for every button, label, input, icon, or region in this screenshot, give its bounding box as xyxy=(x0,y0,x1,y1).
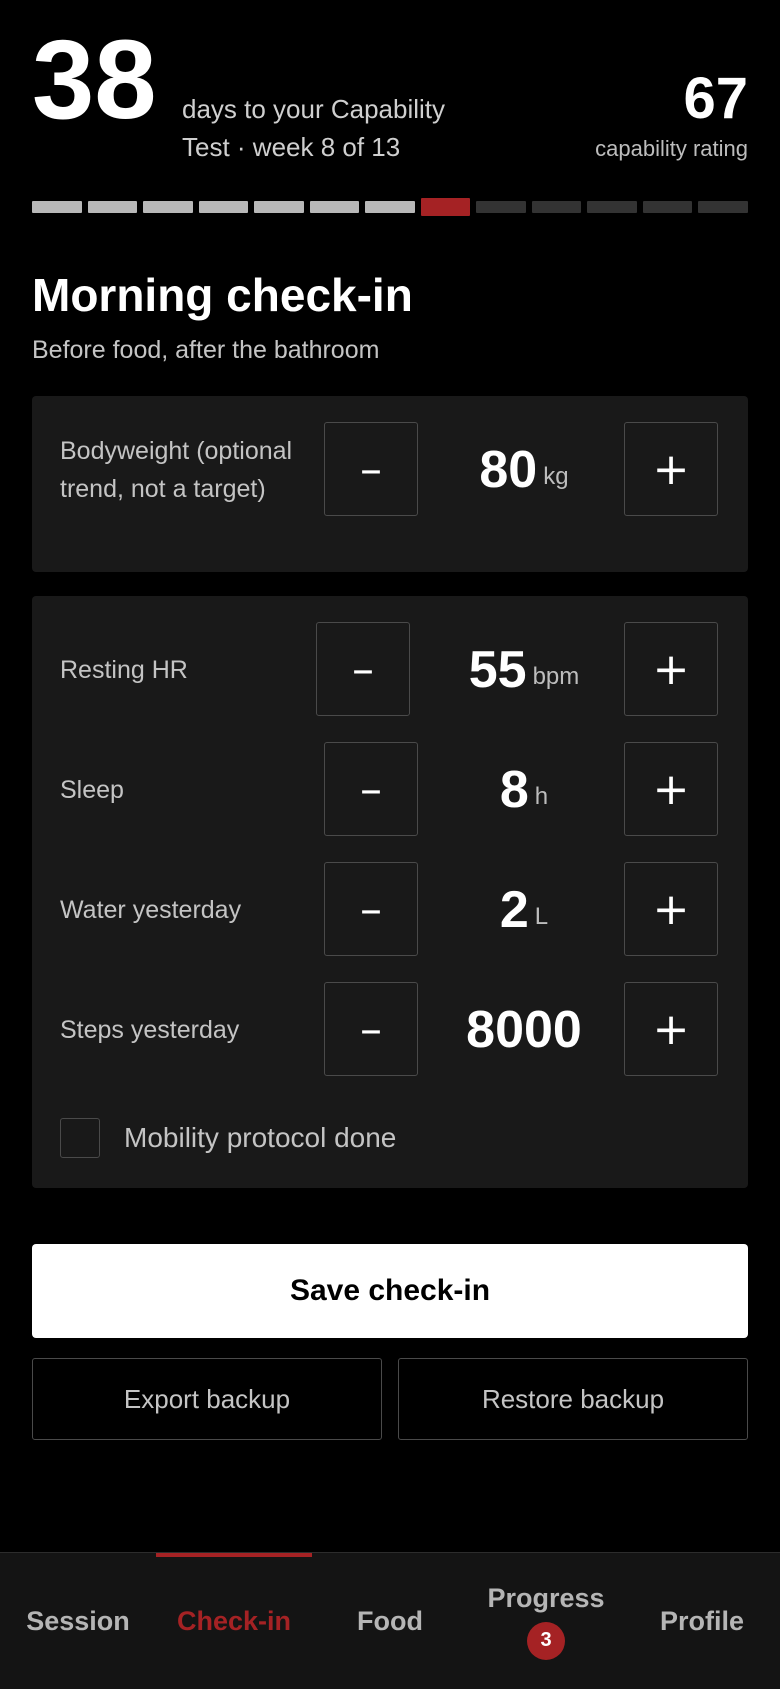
week-segment xyxy=(143,201,193,213)
week-segment xyxy=(365,201,415,213)
bodyweight-card: Bodyweight (optional trend, not a target… xyxy=(32,396,748,572)
page-title: Morning check-in xyxy=(32,269,413,321)
week-segment xyxy=(254,201,304,213)
bodyweight-decrement-button[interactable]: – xyxy=(324,422,418,516)
tab-label: Check-in xyxy=(176,1605,292,1636)
progress-badge: 3 xyxy=(527,1621,565,1660)
water-increment-button[interactable]: + xyxy=(624,862,718,956)
export-backup-button[interactable]: Export backup xyxy=(32,1358,382,1440)
page-subtitle: Before food, after the bathroom xyxy=(32,336,380,364)
mobility-label: Mobility protocol done xyxy=(124,1122,397,1153)
countdown-line-2: Test · week 8 of 13 xyxy=(182,132,401,162)
metric-value: 8000 xyxy=(424,982,624,1078)
countdown-line-1: days to your Capability xyxy=(182,94,446,124)
week-segment xyxy=(198,201,249,213)
metric-value: 2 L xyxy=(424,862,624,958)
tab-label: Food xyxy=(357,1605,423,1636)
metric-label: Water yesterday xyxy=(60,896,242,924)
sleep-increment-button[interactable]: + xyxy=(624,742,718,836)
tab-label: Session xyxy=(26,1605,130,1636)
metric-value: 55 bpm xyxy=(416,622,632,718)
resting-hr-decrement-button[interactable]: – xyxy=(316,622,410,716)
metric-value: 8 h xyxy=(424,742,624,838)
tab-food[interactable]: Food xyxy=(312,1553,468,1689)
bodyweight-label: Bodyweight (optional trend, not a target… xyxy=(60,437,293,503)
bottom-tab-bar: Session Check-in Food Progress 3 Profile xyxy=(0,1552,780,1689)
week-segment xyxy=(32,201,82,213)
metric-unit: bpm xyxy=(532,663,580,690)
week-segment xyxy=(587,201,637,213)
week-segment xyxy=(476,201,526,213)
countdown-description: days to your Capability Test · week 8 of… xyxy=(182,90,482,166)
metric-number: 55 xyxy=(468,641,527,699)
bodyweight-row: Bodyweight (optional trend, not a target… xyxy=(32,422,748,518)
metric-row-water: Water yesterday – 2 L + xyxy=(32,862,748,958)
metric-unit: h xyxy=(534,783,549,810)
bodyweight-unit: kg xyxy=(543,463,569,490)
steps-increment-button[interactable]: + xyxy=(624,982,718,1076)
metric-number: 8000 xyxy=(466,1001,582,1059)
metric-number: 2 xyxy=(499,881,529,939)
week-segment xyxy=(309,201,360,213)
metric-label: Resting HR xyxy=(60,656,188,684)
tab-label: Progress xyxy=(487,1582,605,1613)
metric-row-steps: Steps yesterday – 8000 + xyxy=(32,982,748,1078)
restore-backup-button[interactable]: Restore backup xyxy=(398,1358,748,1440)
metrics-card: Resting HR – 55 bpm + Sleep – 8 h + Wate… xyxy=(32,596,748,1188)
days-countdown: 38 xyxy=(32,17,157,142)
header: 38 days to your Capability Test · week 8… xyxy=(32,20,748,170)
mobility-checkbox[interactable] xyxy=(60,1118,100,1158)
metric-label: Steps yesterday xyxy=(60,1016,240,1044)
metric-label: Sleep xyxy=(60,776,124,804)
save-checkin-button[interactable]: Save check-in xyxy=(32,1244,748,1338)
metric-unit: L xyxy=(534,903,549,930)
bodyweight-number: 80 xyxy=(479,441,538,499)
bodyweight-value: 80 kg xyxy=(424,422,624,518)
rating-label: capability rating xyxy=(595,136,748,161)
steps-decrement-button[interactable]: – xyxy=(324,982,418,1076)
rating-value: 67 xyxy=(683,66,748,131)
week-segment xyxy=(642,201,693,213)
mobility-row[interactable]: Mobility protocol done xyxy=(60,1116,396,1160)
week-segment xyxy=(420,198,471,216)
tab-label: Profile xyxy=(659,1605,745,1636)
metric-number: 8 xyxy=(499,761,529,819)
week-segment xyxy=(531,201,582,213)
capability-rating: 67 capability rating xyxy=(595,64,748,162)
week-progress-bar xyxy=(32,198,748,216)
week-segment xyxy=(698,201,748,213)
sleep-decrement-button[interactable]: – xyxy=(324,742,418,836)
bodyweight-increment-button[interactable]: + xyxy=(624,422,718,516)
resting-hr-increment-button[interactable]: + xyxy=(624,622,718,716)
tab-progress[interactable]: Progress 3 xyxy=(468,1553,624,1689)
tab-session[interactable]: Session xyxy=(0,1553,156,1689)
tab-check-in[interactable]: Check-in xyxy=(156,1553,312,1689)
week-segment xyxy=(87,201,138,213)
water-decrement-button[interactable]: – xyxy=(324,862,418,956)
metric-row-resting-hr: Resting HR – 55 bpm + xyxy=(32,622,748,718)
metric-row-sleep: Sleep – 8 h + xyxy=(32,742,748,838)
tab-profile[interactable]: Profile xyxy=(624,1553,780,1689)
